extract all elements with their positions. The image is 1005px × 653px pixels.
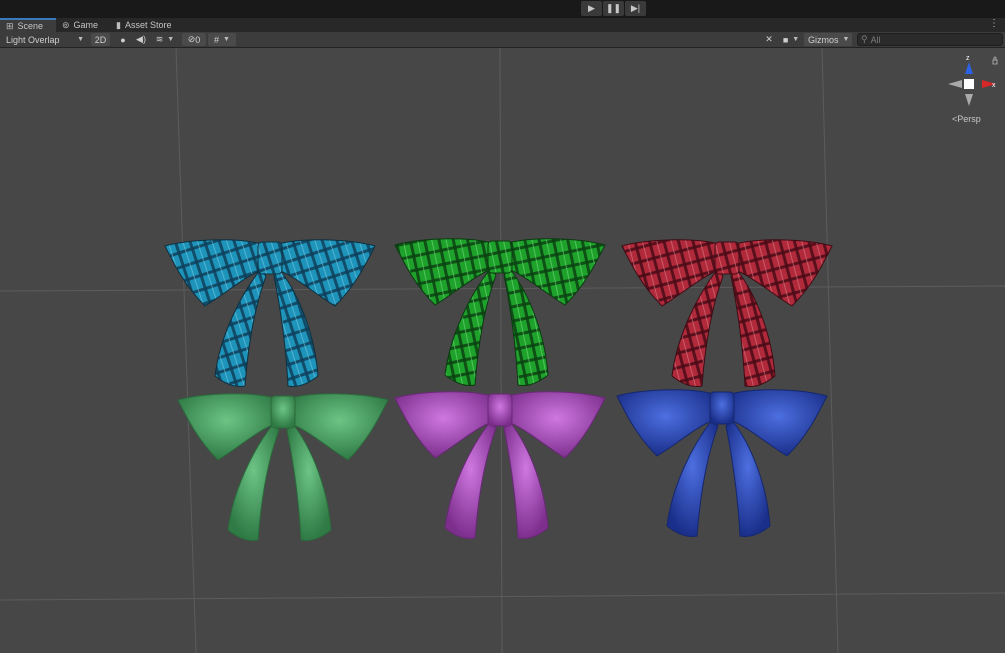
camera-dropdown[interactable]: ■ ▼ [780,33,802,46]
chevron-down-icon: ▼ [842,36,850,43]
tab-bar: ⊞ Scene ⊚ Game ▮ Asset Store ⋮ [0,18,1005,32]
top-bar: ▶ ❚❚ ▶| [0,0,1005,18]
step-button[interactable]: ▶| [625,1,646,16]
y-axis-cone[interactable] [965,94,973,106]
pause-icon: ❚❚ [605,3,622,13]
scene-toolbar: Light Overlap ▼ 2D ● ◀) ≋ ▼ ⊘ 0 # ▼ ✕ ■ ▼ G… [0,32,1005,48]
chevron-down-icon: ▼ [792,36,800,43]
purple-bow[interactable] [394,391,606,540]
gamepad-icon: ⊚ [62,19,70,30]
search-icon: ⚲ [861,34,868,44]
draw-mode-dropdown[interactable]: Light Overlap ▼ [2,33,88,46]
red-plaid-bow[interactable] [621,239,833,388]
gizmos-dropdown[interactable]: Gizmos ▼ [804,33,852,46]
grid-dropdown[interactable]: # ▼ [208,33,236,46]
eye-slash-icon: ⊘ [187,34,196,44]
center-cube[interactable] [964,79,974,89]
green-bow[interactable] [177,393,389,542]
chevron-down-icon: ▼ [167,36,175,43]
scene-grid [0,48,1005,653]
grid-icon: ⊞ [6,20,14,31]
draw-mode-label: Light Overlap [6,34,60,45]
blue-bow[interactable] [616,389,828,538]
search-placeholder: All [870,34,881,45]
effects-icon: ≋ [155,34,164,44]
tab-asset-store[interactable]: ▮ Asset Store [110,18,182,32]
tab-scene[interactable]: ⊞ Scene [0,18,56,32]
blue-plaid-bow[interactable] [164,239,376,388]
scene-canvas [0,48,1005,653]
tab-game[interactable]: ⊚ Game [56,18,108,32]
tab-label: Game [73,20,99,30]
hidden-count: 0 [195,34,201,45]
neg-x-axis-cone[interactable] [948,80,962,88]
projection-toggle[interactable]: <Persp [952,114,981,124]
scene-viewport[interactable] [0,48,1005,653]
tools-icon[interactable]: ✕ [762,33,776,46]
z-axis-label: z [966,55,970,62]
gizmos-label: Gizmos [808,34,839,45]
lightbulb-icon[interactable]: ● [116,33,130,46]
bag-icon: ▮ [116,19,121,30]
audio-icon[interactable]: ◀) [134,33,148,46]
z-axis-cone[interactable] [965,62,973,74]
more-options-icon[interactable]: ⋮ [989,18,999,29]
lock-icon[interactable] [992,56,998,65]
hidden-objects-toggle[interactable]: ⊘ 0 [182,33,206,46]
effects-dropdown[interactable]: ≋ ▼ [152,33,178,46]
projection-label: Persp [957,114,981,124]
chevron-down-icon: ▼ [77,36,84,43]
tab-label: Asset Store [124,20,172,30]
play-button[interactable]: ▶ [581,1,602,16]
step-icon: ▶| [630,3,641,13]
tab-label: Scene [17,21,44,31]
2d-toggle-button[interactable]: 2D [91,33,110,46]
x-axis-label: x [992,82,996,89]
green-plaid-bow[interactable] [394,238,606,387]
chevron-down-icon: ▼ [223,36,230,43]
play-icon: ▶ [588,3,595,13]
camera-icon: ■ [782,34,789,45]
play-controls: ▶ ❚❚ ▶| [581,1,646,16]
grid-snap-icon: # [214,34,220,45]
pause-button[interactable]: ❚❚ [603,1,624,16]
2d-label: 2D [94,34,107,45]
hierarchy-search-input[interactable]: ⚲ All [857,33,1003,46]
